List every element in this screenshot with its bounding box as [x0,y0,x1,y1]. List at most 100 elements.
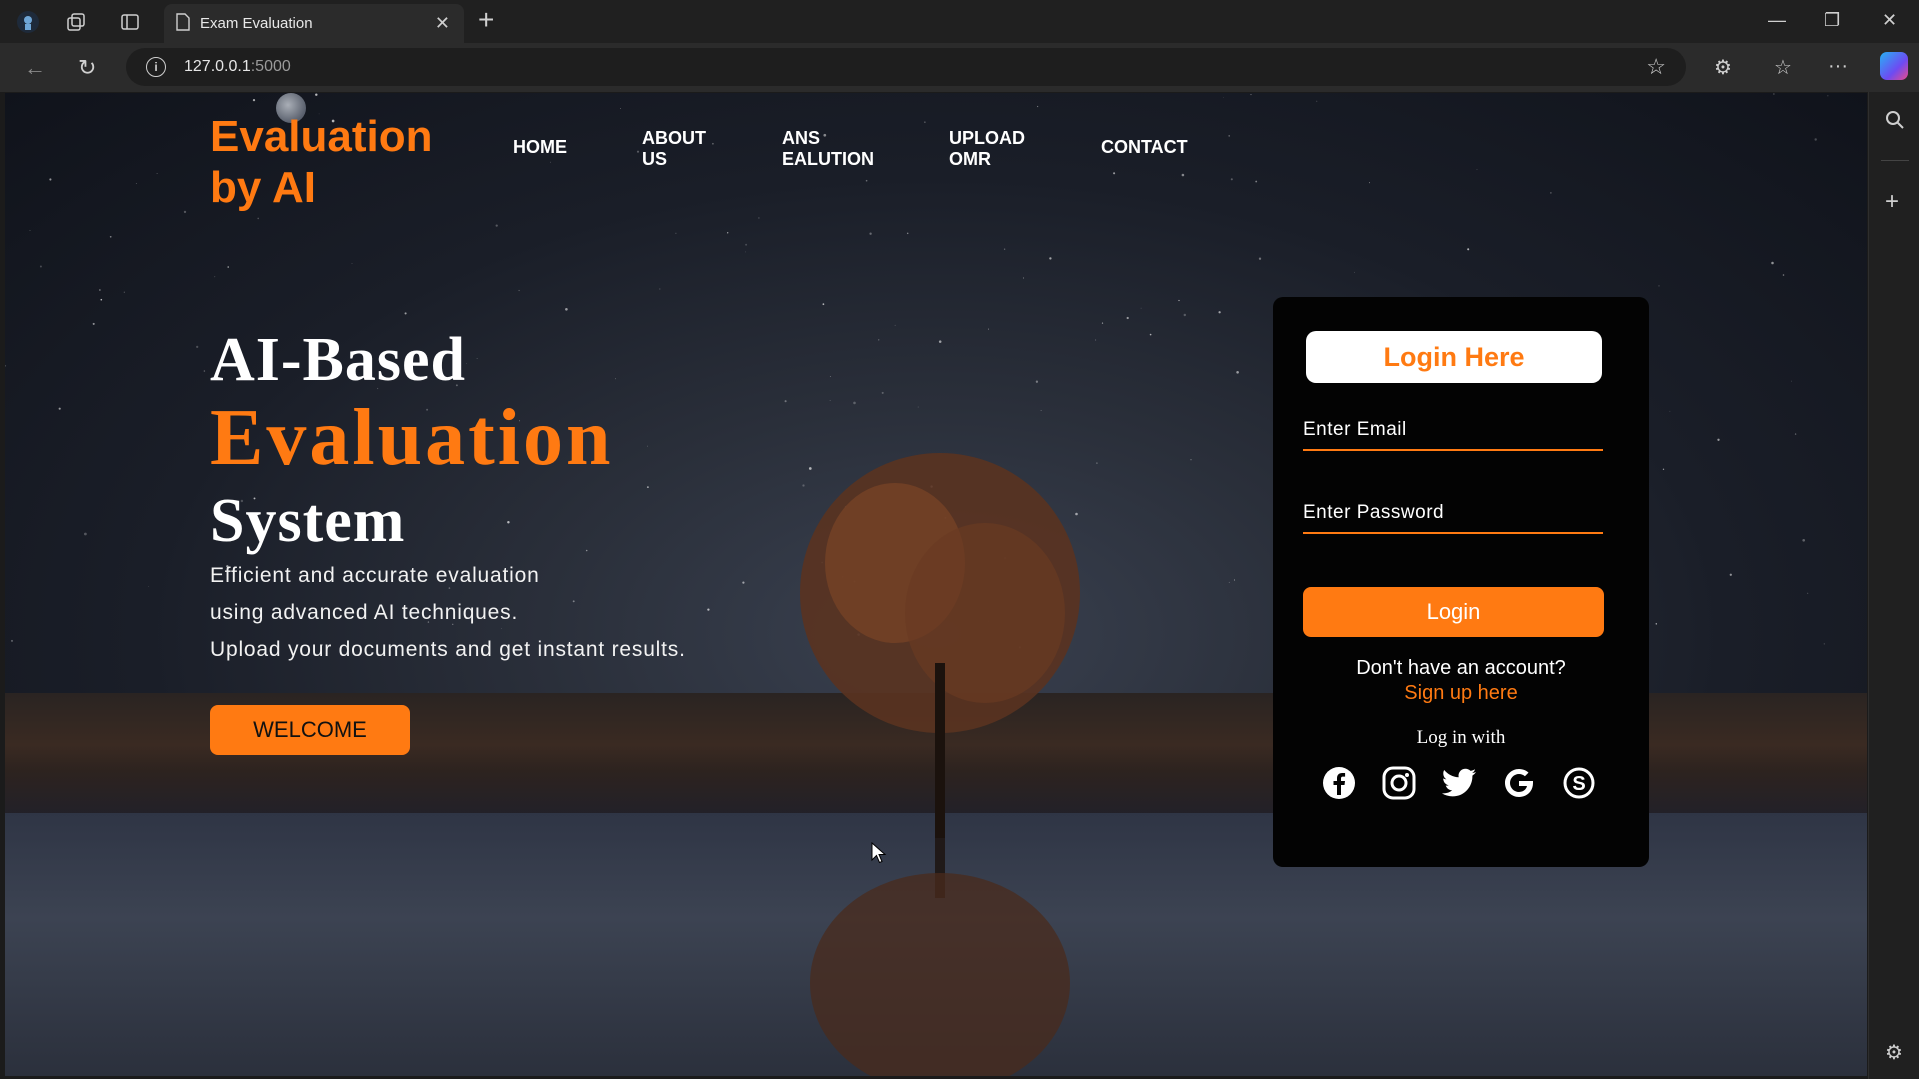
star [1003,248,1006,250]
extensions-icon[interactable]: ⚙ [1714,55,1732,80]
star [1228,581,1230,583]
nav-about-us[interactable]: ABOUT US [642,128,706,170]
signup-link[interactable]: Sign up here [1281,682,1641,705]
star [1655,623,1658,625]
restore-icon[interactable]: ❐ [1824,10,1840,31]
close-tab-icon[interactable]: ✕ [435,13,450,34]
star [565,308,568,311]
tree-image [800,453,1080,1076]
address-bar[interactable]: i 127.0.0.1 :5000 ☆ [126,48,1686,86]
email-field[interactable]: Enter Email [1303,417,1603,451]
star [1802,538,1806,542]
star [404,312,407,315]
star [1467,248,1470,251]
login-title: Login Here [1306,331,1602,383]
star [1827,95,1829,97]
star [865,179,868,182]
star [39,265,42,268]
nav-contact[interactable]: CONTACT [1101,137,1188,158]
tab-title: Exam Evaluation [200,15,313,32]
star [1354,271,1356,273]
star [351,262,353,264]
back-icon[interactable]: ← [24,55,46,81]
star [203,370,206,372]
star [135,183,137,184]
star [1476,169,1478,170]
welcome-button[interactable]: WELCOME [210,705,410,755]
star [938,340,942,343]
star [84,532,87,536]
site-info-icon[interactable]: i [146,57,166,77]
star [1669,410,1671,412]
workspaces-icon[interactable] [62,8,90,36]
settings-gear-icon[interactable]: ⚙ [1885,1040,1903,1065]
nav-ans-ealution[interactable]: ANS EALUTION [782,128,874,170]
star [675,232,677,234]
star [742,581,745,584]
star [1178,299,1180,302]
minimize-icon[interactable]: — [1768,10,1786,31]
star [1773,93,1775,95]
search-icon[interactable] [1885,110,1905,136]
instagram-icon[interactable] [1381,765,1417,801]
password-field[interactable]: Enter Password [1303,500,1603,534]
hero-desc-line2: using advanced AI techniques. [210,601,519,624]
star [1228,135,1231,137]
star [109,235,112,238]
star [1771,261,1774,265]
star [1190,459,1192,461]
star [1316,100,1318,102]
star [727,232,729,234]
favorite-star-icon[interactable]: ☆ [1646,54,1666,80]
star [1223,96,1224,98]
star [1658,285,1660,287]
star [1181,173,1185,177]
star [196,345,199,349]
tab-exam-evaluation[interactable]: Exam Evaluation ✕ [164,4,464,43]
close-window-icon[interactable]: ✕ [1882,10,1897,31]
star [92,322,95,325]
facebook-icon[interactable] [1321,765,1357,801]
new-tab-icon[interactable]: + [478,6,494,34]
star [49,178,52,181]
hero-desc-line1: Efficient and accurate evaluation [210,564,540,587]
star [100,298,103,301]
star [829,400,831,402]
web-page: Evaluation by AI HOME ABOUT US ANS EALUT… [5,93,1867,1076]
star [1095,339,1097,341]
star [518,289,520,292]
star [1036,105,1039,108]
twitter-icon[interactable] [1441,765,1477,801]
profile-icon[interactable] [14,8,42,36]
star [1823,643,1825,645]
star [1233,579,1236,581]
google-icon[interactable] [1501,765,1537,801]
browser-tab-bar: Exam Evaluation ✕ + — ❐ ✕ [0,0,1919,43]
star [1049,257,1052,260]
star [1040,410,1042,412]
nav-home[interactable]: HOME [513,137,567,158]
star [1255,180,1258,183]
more-menu-icon[interactable]: ··· [1828,55,1848,78]
svg-text:S: S [1572,773,1585,795]
refresh-icon[interactable]: ↻ [78,55,96,81]
star [148,586,150,587]
browser-sidebar: + ⚙ [1868,92,1919,1079]
star [1140,307,1142,309]
nav-upload-omr[interactable]: UPLOAD OMR [949,128,1025,170]
star [1126,316,1129,320]
star [1550,192,1552,194]
tab-actions-icon[interactable] [116,8,144,36]
star [1101,322,1104,324]
add-icon[interactable]: + [1885,188,1899,216]
favorites-icon[interactable]: ☆ [1774,55,1792,80]
star [1113,172,1116,175]
skype-icon[interactable]: S [1561,765,1597,801]
site-logo[interactable]: Evaluation by AI [210,111,470,213]
copilot-icon[interactable] [1880,52,1908,80]
address-toolbar: ← ↻ i 127.0.0.1 :5000 ☆ ⚙ ☆ ··· [0,43,1919,92]
login-button[interactable]: Login [1303,587,1604,637]
hero-title-line2: Evaluation [210,394,614,482]
star [917,406,919,408]
star [550,161,551,163]
